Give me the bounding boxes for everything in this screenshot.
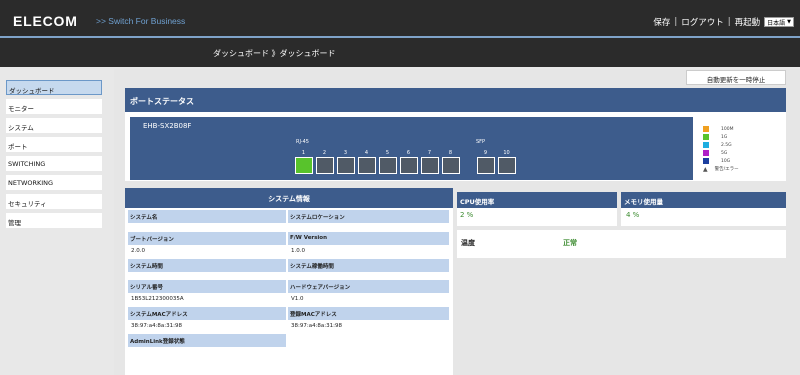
- language-value: 日本語: [767, 19, 786, 27]
- hw-version-value: V1.0: [291, 296, 304, 302]
- registered-mac-value: 38:97:a4:8a:31:98: [291, 323, 342, 329]
- breadcrumb: ダッシュボード 》ダッシュボード: [213, 49, 336, 58]
- legend-item: 5G: [703, 149, 739, 157]
- temperature-label: 温度: [461, 239, 475, 247]
- warning-icon: ▲: [703, 165, 708, 173]
- system-info-title: システム情報: [125, 188, 453, 208]
- legend-label: 5G: [721, 150, 728, 156]
- serial-label: シリアル番号: [128, 280, 286, 293]
- port-number: 10: [503, 150, 510, 156]
- port-number: 2: [322, 150, 327, 156]
- legend-label: 警告/エラー: [714, 167, 739, 172]
- port-status-title: ポートステータス: [125, 88, 786, 112]
- uptime-label: システム稼働時間: [288, 259, 449, 272]
- sidebar: ダッシュボード モニター システム ポート SWITCHING NETWORKI…: [6, 80, 102, 232]
- boot-version-value: 2.0.0: [131, 248, 145, 254]
- legend-item: 100M: [703, 125, 739, 133]
- port-5[interactable]: [379, 157, 397, 174]
- pause-auto-update-button[interactable]: 自動更新を一時停止: [686, 70, 786, 85]
- system-name-label: システム名: [128, 210, 286, 223]
- system-time-label: システム時間: [128, 259, 286, 272]
- port-9[interactable]: [477, 157, 495, 174]
- fw-version-label: F/W Version: [288, 232, 449, 245]
- sidebar-item-security[interactable]: セキュリティ: [6, 194, 102, 209]
- product-subtitle: >> Switch For Business: [96, 16, 186, 26]
- breadcrumb-bar: [0, 38, 800, 67]
- legend-label: 1G: [721, 134, 728, 140]
- system-mac-value: 38:97:a4:8a:31:98: [131, 323, 182, 329]
- port-1[interactable]: [295, 157, 313, 174]
- rj45-label: RJ-45: [296, 139, 309, 145]
- memory-usage-title: メモリ使用量: [621, 192, 786, 208]
- port-number: 6: [406, 150, 411, 156]
- port-number: 8: [448, 150, 453, 156]
- elecom-logo: ELECOM: [13, 13, 78, 29]
- port-number: 4: [364, 150, 369, 156]
- port-number: 5: [385, 150, 390, 156]
- speed-legend: 100M 1G 2.5G 5G 10G ▲ 警告/エラー: [703, 125, 739, 173]
- legend-item: ▲ 警告/エラー: [703, 165, 739, 173]
- legend-item: 1G: [703, 133, 739, 141]
- port-6[interactable]: [400, 157, 418, 174]
- sidebar-item-networking[interactable]: NETWORKING: [6, 175, 102, 190]
- sidebar-item-switching[interactable]: SWITCHING: [6, 156, 102, 171]
- port-number: 9: [483, 150, 488, 156]
- system-location-label: システムロケーション: [288, 210, 449, 223]
- adminlink-label: AdminLink登録状態: [128, 334, 286, 347]
- legend-label: 2.5G: [721, 142, 732, 148]
- port-7[interactable]: [421, 157, 439, 174]
- serial-value: 1B53L212300035A: [131, 296, 184, 302]
- language-select[interactable]: 日本語 ▼: [764, 17, 794, 27]
- legend-item: 2.5G: [703, 141, 739, 149]
- fw-version-value: 1.0.0: [291, 248, 305, 254]
- legend-label: 100M: [721, 126, 734, 132]
- legend-label: 10G: [721, 158, 731, 164]
- port-8[interactable]: [442, 157, 460, 174]
- hw-version-label: ハードウェアバージョン: [288, 280, 449, 293]
- save-link[interactable]: 保存: [653, 16, 670, 28]
- sidebar-item-system[interactable]: システム: [6, 118, 102, 133]
- system-mac-label: システムMACアドレス: [128, 307, 286, 320]
- sidebar-item-port[interactable]: ポート: [6, 137, 102, 152]
- device-model: EHB-SX2B08F: [143, 122, 192, 130]
- port-3[interactable]: [337, 157, 355, 174]
- top-actions: 保存 | ログアウト | 再起動 日本語 ▼: [653, 16, 794, 28]
- port-number: 7: [427, 150, 432, 156]
- temperature-status: 正常: [563, 239, 577, 247]
- port-number: 3: [343, 150, 348, 156]
- legend-swatch: [703, 134, 709, 140]
- sidebar-item-management[interactable]: 管理: [6, 213, 102, 228]
- port-10[interactable]: [498, 157, 516, 174]
- separator: |: [727, 17, 731, 27]
- sfp-label: SFP: [476, 139, 486, 145]
- port-4[interactable]: [358, 157, 376, 174]
- legend-swatch: [703, 142, 709, 148]
- sidebar-item-dashboard[interactable]: ダッシュボード: [6, 80, 102, 95]
- chevron-down-icon: ▼: [787, 19, 791, 25]
- legend-swatch: [703, 126, 709, 132]
- boot-version-label: ブートバージョン: [128, 232, 286, 245]
- temperature-panel: 温度 正常: [457, 230, 786, 258]
- memory-usage-value: 4 %: [621, 208, 786, 226]
- cpu-usage-title: CPU使用率: [457, 192, 617, 208]
- port-number: 1: [301, 150, 306, 156]
- reboot-link[interactable]: 再起動: [735, 16, 761, 28]
- port-2[interactable]: [316, 157, 334, 174]
- legend-swatch: [703, 150, 709, 156]
- cpu-usage-value: 2 %: [457, 208, 617, 226]
- legend-item: 10G: [703, 157, 739, 165]
- registered-mac-label: 登録MACアドレス: [288, 307, 449, 320]
- logout-link[interactable]: ログアウト: [681, 16, 724, 28]
- legend-swatch: [703, 158, 709, 164]
- separator: |: [674, 17, 678, 27]
- sidebar-item-monitor[interactable]: モニター: [6, 99, 102, 114]
